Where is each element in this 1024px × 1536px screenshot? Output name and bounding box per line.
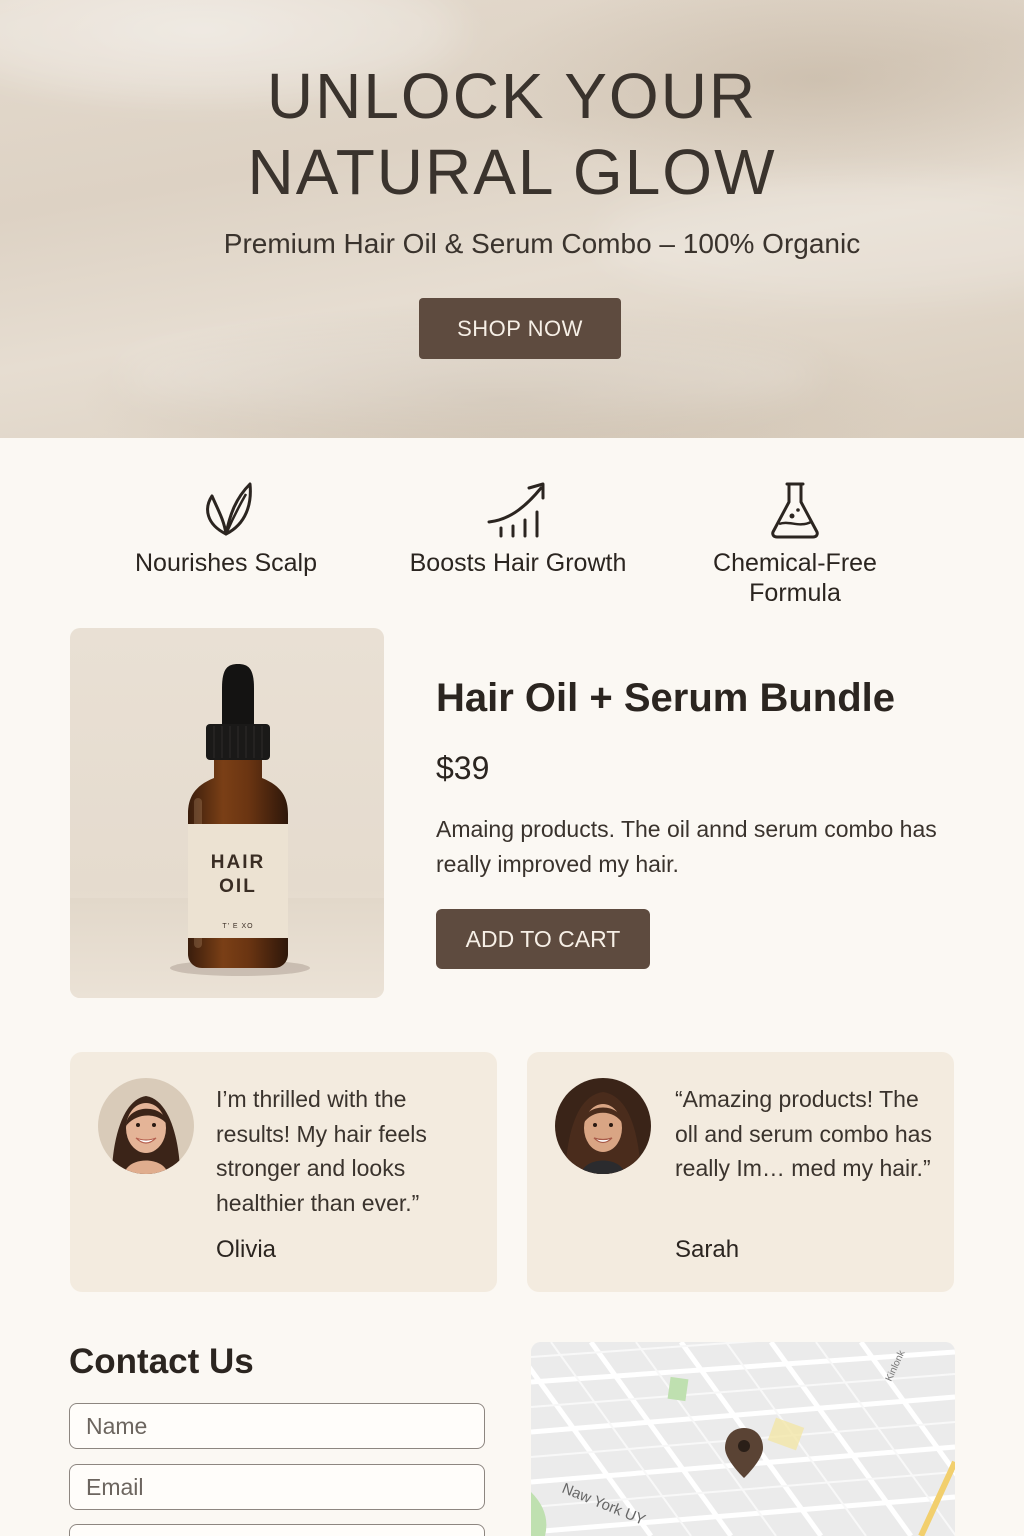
name-field[interactable]	[69, 1403, 485, 1449]
feature-boosts-growth: Boosts Hair Growth	[387, 480, 649, 578]
flask-icon	[771, 482, 819, 539]
feature-nourishes-scalp: Nourishes Scalp	[106, 480, 346, 578]
product-description: Amaing products. The oil annd serum comb…	[436, 816, 937, 877]
feature-label: Chemical-Free Formula	[713, 549, 877, 607]
hero-banner: UNLOCK YOUR NATURAL GLOW Premium Hair Oi…	[0, 0, 1024, 438]
bottle-label-line-2: OIL	[219, 876, 257, 897]
product-price: $39	[436, 750, 490, 786]
hero-subtitle: Premium Hair Oil & Serum Combo – 100% Or…	[223, 228, 861, 259]
shop-now-button[interactable]: SHOP NOW	[419, 298, 621, 359]
testimonial-author: Sarah	[675, 1236, 740, 1263]
testimonial-quote: “Amazing products! The oll and serum com…	[675, 1086, 932, 1181]
message-field[interactable]	[69, 1524, 485, 1536]
bottle-small-text: T' E XO	[222, 923, 253, 930]
avatar	[555, 1078, 651, 1174]
avatar-photo	[98, 1078, 194, 1174]
email-field[interactable]	[69, 1464, 485, 1510]
avatar	[98, 1078, 194, 1174]
leaf-icon	[206, 482, 252, 536]
hair-oil-bottle-image: HAIR OIL T' E XO	[70, 664, 384, 998]
location-map[interactable]: Naw York UY Kinlonk	[531, 1342, 955, 1536]
growth-chart-icon	[487, 482, 545, 538]
feature-chemical-free: Chemical-Free Formula	[684, 480, 906, 608]
product-image: HAIR OIL T' E XO	[70, 628, 384, 998]
product-title: Hair Oil + Serum Bundle	[436, 676, 896, 720]
bottle-label-line-1: HAIR	[211, 852, 265, 873]
feature-label: Boosts Hair Growth	[409, 549, 627, 577]
feature-label: Nourishes Scalp	[134, 549, 318, 577]
contact-title: Contact Us	[69, 1342, 254, 1381]
add-to-cart-button[interactable]: ADD TO CART	[436, 909, 650, 969]
hero-title: UNLOCK YOUR NATURAL GLOW	[247, 60, 777, 208]
avatar-photo	[555, 1078, 651, 1174]
testimonial-card: I’m thrilled with the results! My hair f…	[70, 1052, 497, 1292]
map-graphic: Naw York UY Kinlonk	[531, 1342, 955, 1536]
testimonial-author: Olivia	[216, 1236, 277, 1263]
testimonial-quote: I’m thrilled with the results! My hair f…	[216, 1086, 427, 1216]
testimonial-card: “Amazing products! The oll and serum com…	[527, 1052, 954, 1292]
